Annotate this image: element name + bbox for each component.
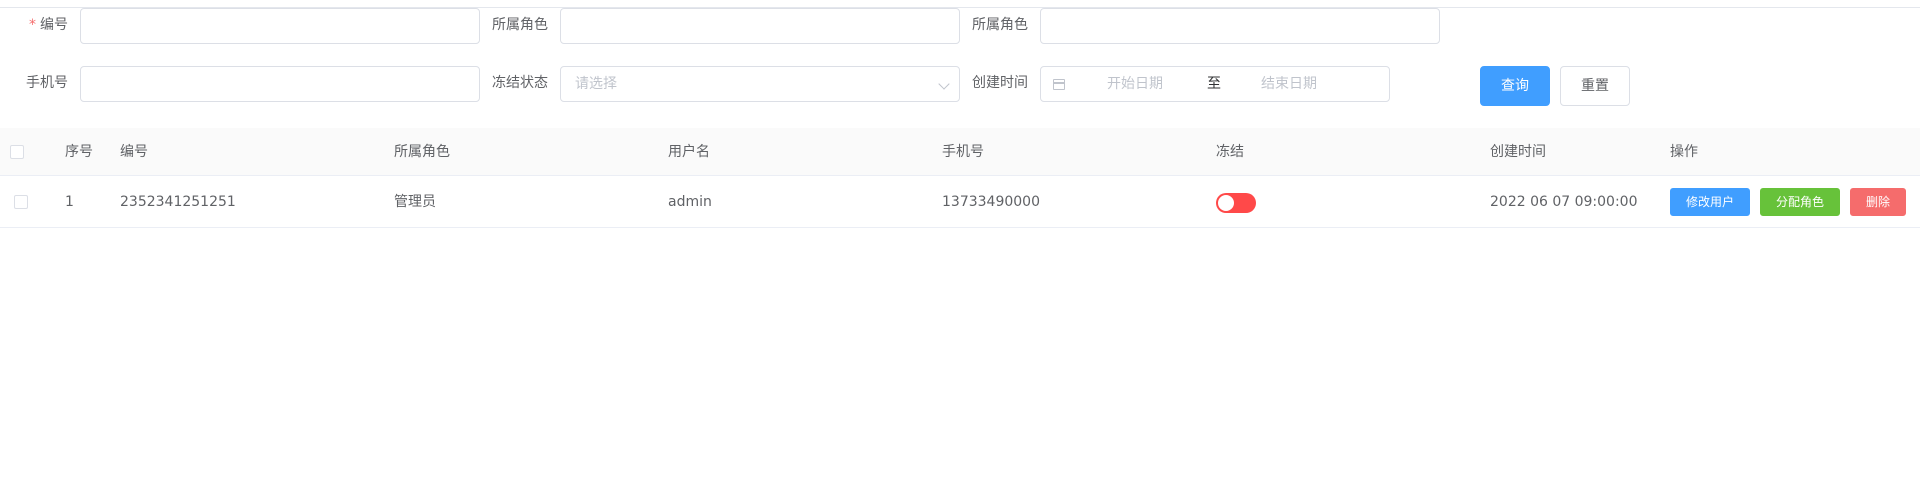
switch-knob [1218, 195, 1234, 211]
required-mark: * [29, 17, 36, 33]
search-form: * 编号 所属角色 所属角色 手机号 冻结状态 请选择 创建时间 开始日期 至 结… [0, 0, 1920, 128]
id-label-text: 编号 [40, 17, 68, 33]
calendar-icon [1053, 79, 1065, 90]
created-time-label: 创建时间 [972, 75, 1028, 91]
column-header-phone: 手机号 [942, 144, 984, 160]
row-index: 1 [65, 194, 74, 210]
column-header-frozen: 冻结 [1216, 144, 1244, 160]
column-header-id: 编号 [120, 144, 148, 160]
column-header-username: 用户名 [668, 144, 710, 160]
freeze-status-label: 冻结状态 [492, 75, 548, 91]
role-label-1: 所属角色 [492, 17, 548, 33]
row-created-time: 2022 06 07 09:00:00 [1490, 194, 1638, 210]
role-input-1[interactable] [560, 8, 960, 44]
id-input[interactable] [80, 8, 480, 44]
assign-role-button[interactable]: 分配角色 [1760, 188, 1840, 216]
id-label: * 编号 [0, 15, 68, 35]
end-date-input[interactable]: 结束日期 [1261, 67, 1317, 101]
row-id: 2352341251251 [120, 194, 236, 210]
column-header-index: 序号 [65, 144, 93, 160]
freeze-toggle-switch[interactable] [1216, 193, 1256, 213]
date-range-picker[interactable]: 开始日期 至 结束日期 [1040, 66, 1390, 102]
role-label-2: 所属角色 [972, 17, 1028, 33]
edit-user-button[interactable]: 修改用户 [1670, 188, 1750, 216]
row-select-checkbox[interactable] [14, 195, 28, 209]
row-phone: 13733490000 [942, 194, 1040, 210]
query-button[interactable]: 查询 [1480, 66, 1550, 106]
role-input-2[interactable] [1040, 8, 1440, 44]
chevron-down-icon [938, 78, 950, 90]
column-header-created: 创建时间 [1490, 144, 1546, 160]
phone-label: 手机号 [26, 75, 68, 91]
row-username: admin [668, 194, 712, 210]
delete-button[interactable]: 删除 [1850, 188, 1906, 216]
freeze-status-select[interactable]: 请选择 [560, 66, 960, 102]
column-header-actions: 操作 [1670, 144, 1698, 160]
select-all-checkbox[interactable] [10, 145, 24, 159]
row-role: 管理员 [394, 194, 436, 210]
table-row: 1 2352341251251 管理员 admin 13733490000 20… [0, 176, 1920, 228]
phone-input[interactable] [80, 66, 480, 102]
column-header-role: 所属角色 [394, 144, 450, 160]
reset-button[interactable]: 重置 [1560, 66, 1630, 106]
start-date-input[interactable]: 开始日期 [1107, 67, 1163, 101]
freeze-status-placeholder: 请选择 [575, 76, 617, 92]
range-separator: 至 [1207, 76, 1221, 92]
table-header: 序号 编号 所属角色 用户名 手机号 冻结 创建时间 操作 [0, 128, 1920, 176]
